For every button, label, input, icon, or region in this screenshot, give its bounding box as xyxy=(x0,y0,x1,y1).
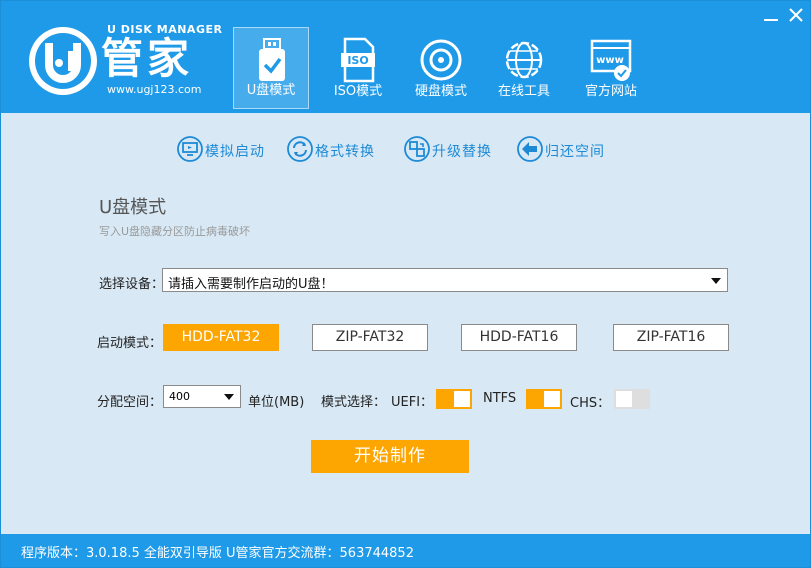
boot-mode-hdd-fat32[interactable]: HDD-FAT32 xyxy=(163,324,279,351)
tool-label: 模拟启动 xyxy=(205,144,265,160)
chevron-down-icon xyxy=(711,278,721,284)
nav-label: U盘模式 xyxy=(246,83,296,98)
brand-url: www.ugj123.com xyxy=(107,83,202,96)
tool-label: 归还空间 xyxy=(545,144,605,160)
nav-disk-mode[interactable]: 硬盘模式 xyxy=(403,27,479,109)
space-unit: 单位(MB) xyxy=(248,395,305,410)
refresh-icon xyxy=(287,136,313,162)
app-window: U DISK MANAGER 管家 www.ugj123.com U盘模式 IS… xyxy=(0,0,811,568)
boot-mode-zip-fat32[interactable]: ZIP-FAT32 xyxy=(312,324,428,351)
svg-text:ISO: ISO xyxy=(347,54,368,67)
boot-mode-zip-fat16[interactable]: ZIP-FAT16 xyxy=(613,324,729,351)
header-bar: U DISK MANAGER 管家 www.ugj123.com U盘模式 IS… xyxy=(1,1,810,113)
nav-label: 在线工具 xyxy=(497,84,550,99)
section-subtitle: 写入U盘隐藏分区防止病毒破坏 xyxy=(99,225,251,238)
hard-disk-icon xyxy=(420,39,462,81)
space-label: 分配空间： xyxy=(97,395,163,410)
toggle-knob xyxy=(454,391,470,407)
close-icon[interactable] xyxy=(787,6,805,24)
toggle-knob xyxy=(544,391,560,407)
device-dropdown[interactable]: 请插入需要制作启动的U盘！ xyxy=(162,268,728,292)
start-button[interactable]: 开始制作 xyxy=(311,440,469,473)
brand-name-cn: 管家 xyxy=(101,34,194,83)
uefi-toggle[interactable] xyxy=(436,389,472,409)
nav-iso-mode[interactable]: ISO ISO模式 xyxy=(320,27,396,109)
chs-toggle[interactable] xyxy=(614,389,650,409)
ntfs-label: NTFS xyxy=(483,391,517,406)
device-label: 选择设备： xyxy=(99,277,165,292)
website-icon: www xyxy=(590,39,632,81)
usb-drive-icon xyxy=(259,38,285,81)
minimize-icon[interactable] xyxy=(761,7,781,23)
upgrade-icon xyxy=(404,136,430,162)
nav-label: 官方网站 xyxy=(584,84,637,99)
mode-select-label: 模式选择： xyxy=(321,395,387,410)
ntfs-toggle[interactable] xyxy=(526,389,562,409)
svg-text:www: www xyxy=(596,55,624,66)
nav-online-tools[interactable]: 在线工具 xyxy=(486,27,562,109)
globe-icon xyxy=(505,41,543,79)
chs-label: CHS： xyxy=(570,396,611,411)
monitor-icon xyxy=(177,136,203,162)
space-dropdown[interactable]: 400 xyxy=(163,385,241,408)
nav-official-site[interactable]: www 官方网站 xyxy=(573,27,649,109)
uefi-label: UEFI： xyxy=(391,395,434,410)
nav-usb-mode[interactable]: U盘模式 xyxy=(233,27,309,109)
nav-label: ISO模式 xyxy=(333,84,383,99)
chevron-down-icon xyxy=(224,394,234,400)
logo-icon xyxy=(29,27,97,95)
tool-label: 格式转换 xyxy=(315,144,375,160)
tool-label: 升级替换 xyxy=(432,144,492,160)
iso-file-icon: ISO xyxy=(341,37,375,83)
device-dropdown-value: 请插入需要制作启动的U盘！ xyxy=(168,277,334,292)
boot-mode-hdd-fat16[interactable]: HDD-FAT16 xyxy=(461,324,577,351)
boot-mode-label: 启动模式： xyxy=(97,336,163,351)
space-dropdown-value: 400 xyxy=(169,390,190,403)
status-bar: 程序版本：3.0.18.5 全能双引导版 U管家官方交流群：563744852 xyxy=(1,534,810,567)
nav-label: 硬盘模式 xyxy=(414,84,467,99)
toggle-knob xyxy=(616,391,632,407)
section-title: U盘模式 xyxy=(99,197,167,218)
status-text: 程序版本：3.0.18.5 全能双引导版 U管家官方交流群：563744852 xyxy=(21,546,414,561)
back-arrow-icon xyxy=(517,136,543,162)
